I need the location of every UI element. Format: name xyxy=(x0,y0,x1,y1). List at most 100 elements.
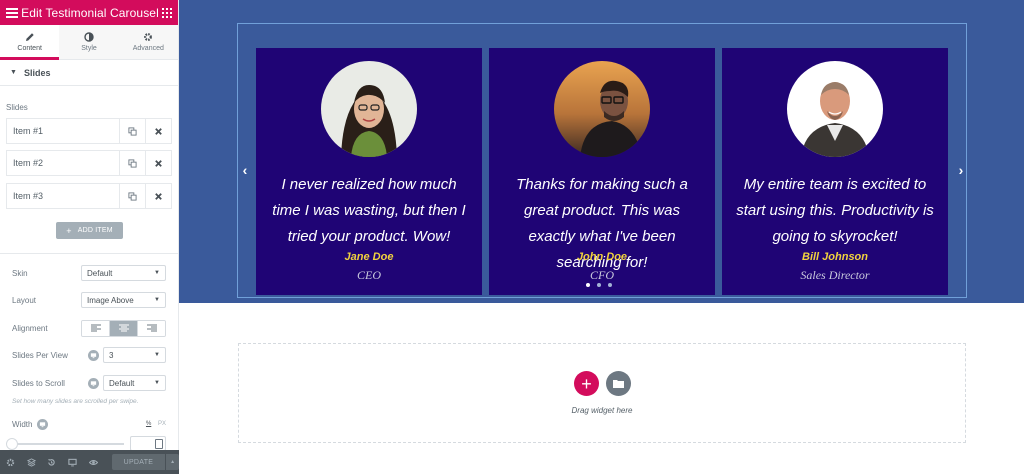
testimonial-quote: I never realized how much time I was was… xyxy=(272,176,466,245)
menu-icon[interactable] xyxy=(6,7,18,18)
slides-per-view-label: Slides Per View xyxy=(12,350,68,360)
align-right-button[interactable] xyxy=(138,320,165,336)
slider-handle[interactable] xyxy=(6,438,18,450)
repeater-item: Item #2 xyxy=(6,150,172,176)
plus-icon: + xyxy=(66,225,72,236)
preview-button[interactable] xyxy=(83,450,104,474)
layout-label: Layout xyxy=(12,295,37,305)
testimonial-title: CEO xyxy=(357,268,381,282)
add-item-label: ADD ITEM xyxy=(77,227,113,234)
gear-icon xyxy=(6,458,15,466)
tab-style[interactable]: Style xyxy=(59,25,119,59)
tab-content-label: Content xyxy=(17,45,42,52)
add-section-button[interactable]: + xyxy=(574,371,599,396)
control-skin: Skin Default ▼ xyxy=(12,265,166,281)
slides-to-scroll-select[interactable]: Default ▼ xyxy=(103,375,166,391)
testimonial-quote: My entire team is excited to start using… xyxy=(736,176,934,245)
alignment-label: Alignment xyxy=(12,323,48,333)
tab-advanced-label: Advanced xyxy=(132,45,164,52)
add-item-button[interactable]: + ADD ITEM xyxy=(56,222,123,239)
slides-to-scroll-input-group: Default ▼ xyxy=(88,375,166,391)
pagination-dot[interactable] xyxy=(586,283,590,287)
folder-icon xyxy=(613,380,624,388)
editor-panel: Edit Testimonial Carousel Content Style … xyxy=(0,0,179,474)
control-alignment: Alignment xyxy=(12,319,166,337)
tab-advanced[interactable]: Advanced xyxy=(118,25,178,59)
align-left-button[interactable] xyxy=(82,320,110,336)
chevron-right-icon[interactable]: › xyxy=(954,162,968,178)
layout-value: Image Above xyxy=(87,295,134,305)
desktop-responsive-icon[interactable] xyxy=(88,349,99,361)
width-label-group: Width xyxy=(12,418,52,430)
align-left-icon xyxy=(90,324,101,332)
caret-up-icon[interactable]: ▲ xyxy=(165,454,179,470)
pagination-dots xyxy=(586,283,612,287)
duplicate-icon[interactable] xyxy=(119,119,145,143)
desktop-responsive-icon[interactable] xyxy=(37,418,49,430)
history-button[interactable] xyxy=(42,450,63,474)
navigator-button[interactable] xyxy=(21,450,42,474)
slider-track[interactable] xyxy=(12,443,124,445)
carousel-section[interactable]: I never realized how much time I was was… xyxy=(179,0,1024,303)
align-right-icon xyxy=(146,324,157,332)
width-number-input[interactable] xyxy=(130,436,166,451)
panel-footer: UPDATE ▲ xyxy=(0,450,179,474)
skin-select[interactable]: Default ▼ xyxy=(81,265,166,281)
unit-percent[interactable]: % xyxy=(146,421,151,427)
control-slides-per-view: Slides Per View 3 ▼ xyxy=(12,347,166,363)
testimonial-title: Sales Director xyxy=(800,268,870,282)
panel-tabs: Content Style Advanced xyxy=(0,25,178,60)
preview-canvas: I never realized how much time I was was… xyxy=(179,0,1024,474)
eye-icon xyxy=(88,459,98,465)
unit-px[interactable]: PX xyxy=(158,421,166,427)
testimonial-name: Bill Johnson xyxy=(802,251,868,263)
testimonial-carousel-widget[interactable]: I never realized how much time I was was… xyxy=(237,23,967,298)
alignment-choices xyxy=(81,319,166,337)
slides-per-view-select[interactable]: 3 ▼ xyxy=(103,347,166,363)
pagination-dot[interactable] xyxy=(597,283,601,287)
remove-icon[interactable] xyxy=(145,119,171,143)
add-template-button[interactable] xyxy=(606,371,631,396)
history-icon xyxy=(48,458,56,466)
testimonial-title: CFO xyxy=(590,268,614,282)
duplicate-icon[interactable] xyxy=(119,184,145,208)
caret-down-icon: ▼ xyxy=(10,69,17,76)
remove-icon[interactable] xyxy=(145,184,171,208)
spinner-icon[interactable] xyxy=(155,439,163,449)
repeater-item-title[interactable]: Item #1 xyxy=(7,119,119,143)
repeater-item-title[interactable]: Item #3 xyxy=(7,184,119,208)
align-center-button[interactable] xyxy=(110,320,138,336)
desktop-responsive-icon[interactable] xyxy=(88,377,99,389)
responsive-mode-button[interactable] xyxy=(62,450,83,474)
avatar xyxy=(787,61,883,157)
gear-icon xyxy=(144,33,153,41)
remove-icon[interactable] xyxy=(145,151,171,175)
testimonial-name: John Doe xyxy=(576,251,628,263)
slides-to-scroll-label: Slides to Scroll xyxy=(12,378,65,388)
avatar xyxy=(321,61,417,157)
duplicate-icon[interactable] xyxy=(119,151,145,175)
update-button[interactable]: UPDATE xyxy=(111,454,166,470)
widgets-grid-icon[interactable] xyxy=(162,7,172,18)
skin-label: Skin xyxy=(12,268,28,278)
testimonial-name: Jane Doe xyxy=(344,251,394,263)
repeater-item-title[interactable]: Item #2 xyxy=(7,151,119,175)
skin-value: Default xyxy=(87,268,113,278)
settings-button[interactable] xyxy=(0,450,21,474)
dropzone-text: Drag widget here xyxy=(571,406,633,415)
empty-section-dropzone[interactable]: + Drag widget here xyxy=(238,343,966,443)
repeater-item: Item #1 xyxy=(6,118,172,144)
tab-content[interactable]: Content xyxy=(0,25,60,60)
chevron-down-icon: ▼ xyxy=(154,297,160,303)
chevron-left-icon[interactable]: ‹ xyxy=(238,162,252,178)
testimonial-slide: Thanks for making such a great product. … xyxy=(489,48,715,295)
chevron-down-icon: ▼ xyxy=(154,352,160,358)
desktop-icon xyxy=(68,458,77,466)
repeater-item: Item #3 xyxy=(6,183,172,209)
section-slides-toggle[interactable]: ▼ Slides xyxy=(0,60,178,86)
pagination-dot[interactable] xyxy=(608,283,612,287)
align-center-icon xyxy=(118,324,129,332)
layout-select[interactable]: Image Above ▼ xyxy=(81,292,166,308)
section-title: Slides xyxy=(23,67,51,78)
width-label: Width xyxy=(12,419,33,429)
